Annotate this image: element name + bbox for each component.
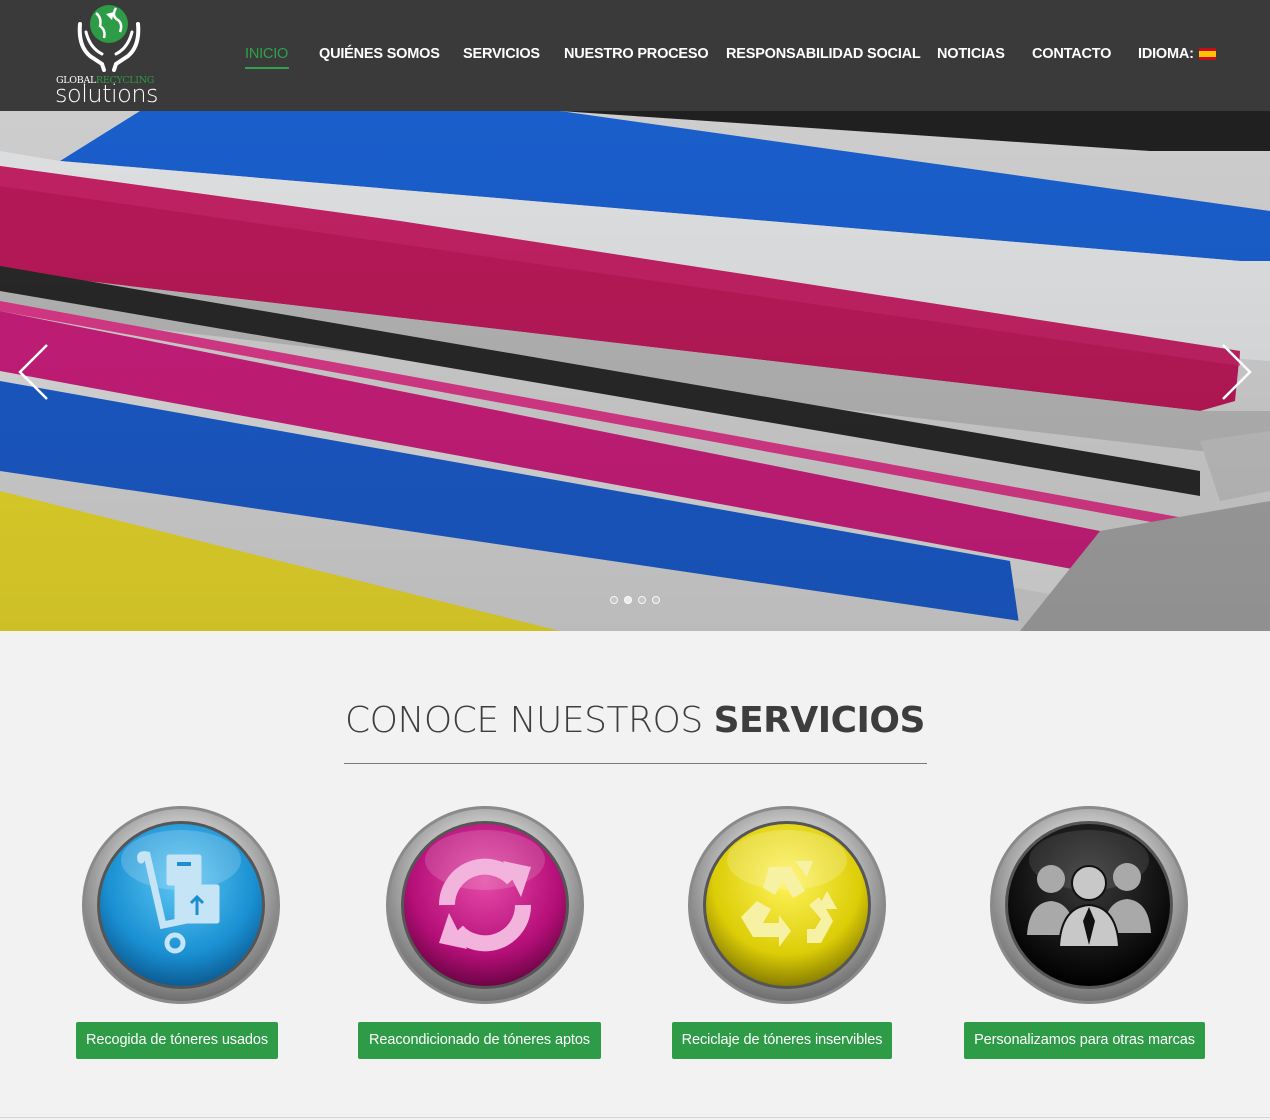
services-heading: CONOCE NUESTROS SERVICIOS <box>0 700 1270 741</box>
nav-item-quienes-somos[interactable]: QUIÉNES SOMOS <box>319 44 440 64</box>
service-icon-personalizamos[interactable] <box>989 805 1189 1005</box>
service-button-personalizamos[interactable]: Personalizamos para otras marcas <box>964 1022 1205 1059</box>
spain-flag-icon[interactable] <box>1199 48 1216 60</box>
section-bottom-divider <box>0 1117 1270 1118</box>
service-button-reciclaje[interactable]: Reciclaje de tóneres inservibles <box>672 1022 892 1059</box>
service-icon-reacondicionado[interactable] <box>385 805 585 1005</box>
service-icon-recogida[interactable] <box>81 805 281 1005</box>
service-button-recogida[interactable]: Recogida de tóneres usados <box>76 1022 278 1059</box>
logo-wordmark-bottom: solutions <box>55 80 159 108</box>
site-header: GLOBALRECYCLING solutions INICIO QUIÉNES… <box>0 0 1270 111</box>
nav-item-contacto[interactable]: CONTACTO <box>1032 44 1111 64</box>
main-nav: INICIO QUIÉNES SOMOS SERVICIOS NUESTRO P… <box>0 44 1270 68</box>
hero-slider <box>0 111 1270 631</box>
nav-item-idioma[interactable]: IDIOMA: <box>1138 44 1194 64</box>
slider-dot-1[interactable] <box>610 596 618 604</box>
refresh-icon <box>386 806 584 1004</box>
slider-dot-4[interactable] <box>652 596 660 604</box>
services-heading-bold: SERVICIOS <box>713 700 926 741</box>
people-group-icon <box>990 806 1188 1004</box>
hand-truck-icon <box>82 806 280 1004</box>
nav-item-servicios[interactable]: SERVICIOS <box>463 44 540 64</box>
recycle-icon <box>688 806 886 1004</box>
chevron-left-icon <box>18 344 48 400</box>
slider-next-button[interactable] <box>1218 343 1254 401</box>
slide-image-toner-rollers <box>0 111 1270 631</box>
nav-item-noticias[interactable]: NOTICIAS <box>937 44 1005 64</box>
slider-dot-2[interactable] <box>624 596 632 604</box>
active-nav-indicator <box>245 67 289 69</box>
service-button-reacondicionado[interactable]: Reacondicionado de tóneres aptos <box>358 1022 601 1059</box>
service-icon-reciclaje[interactable] <box>687 805 887 1005</box>
nav-item-nuestro-proceso[interactable]: NUESTRO PROCESO <box>564 44 709 64</box>
nav-item-responsabilidad-social[interactable]: RESPONSABILIDAD SOCIAL <box>726 44 921 64</box>
services-heading-light: CONOCE NUESTROS <box>345 700 703 741</box>
nav-item-inicio[interactable]: INICIO <box>245 44 288 64</box>
services-heading-divider <box>344 763 927 764</box>
slider-prev-button[interactable] <box>16 343 52 401</box>
slider-dot-3[interactable] <box>638 596 646 604</box>
chevron-right-icon <box>1222 344 1252 400</box>
